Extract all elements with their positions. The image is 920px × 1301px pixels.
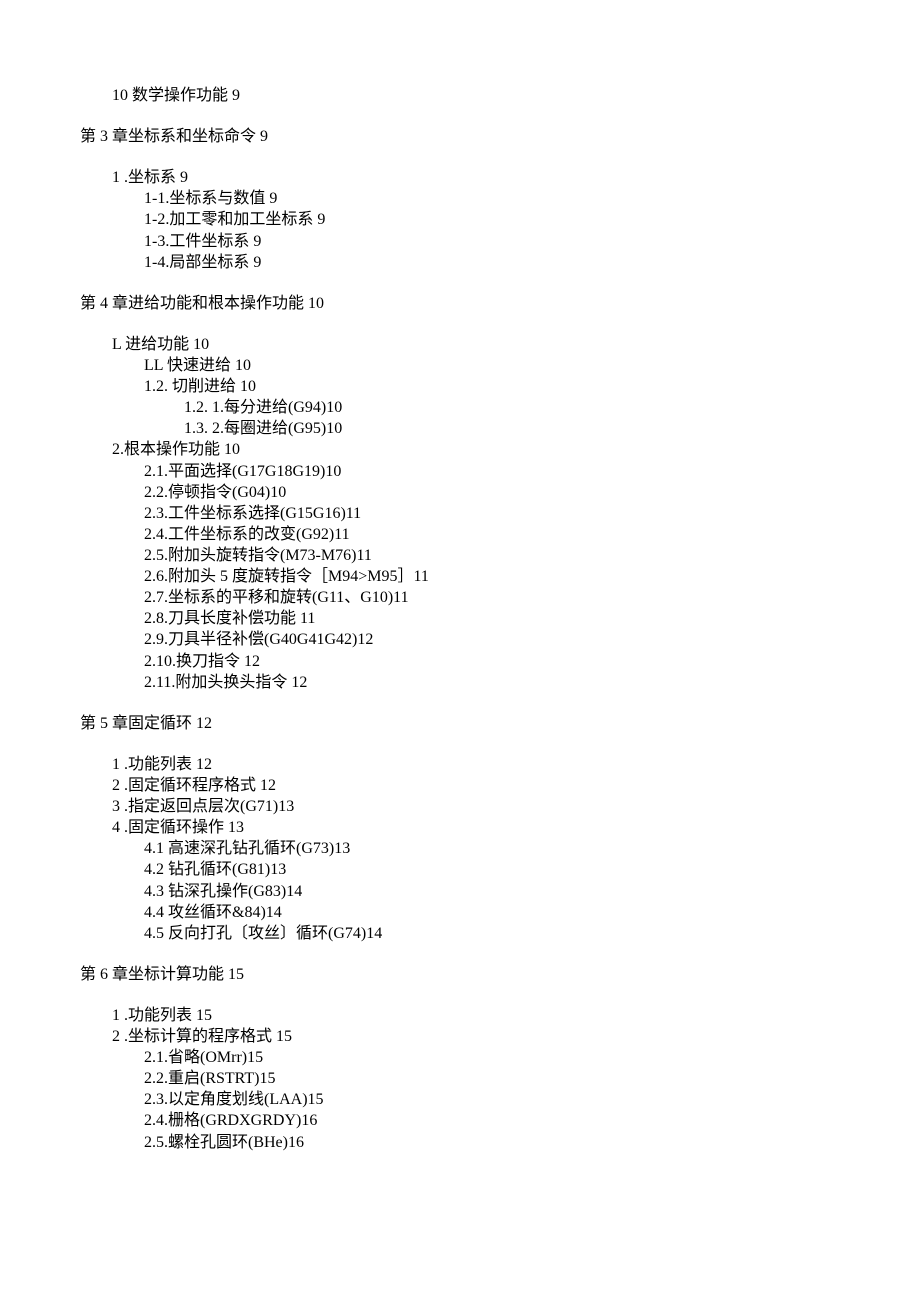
toc-line: 第 3 章坐标系和坐标命令 9 [80,126,920,147]
toc-line: 2.1.省略(OMrr)15 [144,1047,920,1068]
toc-line: 2.8.刀具长度补偿功能 11 [144,608,920,629]
toc-line: 1-1.坐标系与数值 9 [144,188,920,209]
toc-line: 2.2.停顿指令(G04)10 [144,482,920,503]
toc-line: 1-3.工件坐标系 9 [144,231,920,252]
toc-line: 4.1 高速深孔钻孔循环(G73)13 [144,838,920,859]
toc-line: 2.9.刀具半径补偿(G40G41G42)12 [144,629,920,650]
toc-line: 2.2.重启(RSTRT)15 [144,1068,920,1089]
toc-content: 10 数学操作功能 9 第 3 章坐标系和坐标命令 9 1 .坐标系 91-1.坐标… [80,85,920,1153]
toc-line: 2.7.坐标系的平移和旋转(G11、G10)11 [144,587,920,608]
toc-line: 1-4.局部坐标系 9 [144,252,920,273]
toc-line: 4.3 钻深孔操作(G83)14 [144,881,920,902]
toc-line: 2.6.附加头 5 度旋转指令［M94>M95］11 [144,566,920,587]
toc-line: 2.3.工件坐标系选择(G15G16)11 [144,503,920,524]
toc-line: 2.5.附加头旋转指令(M73-M76)11 [144,545,920,566]
toc-line: 第 5 章固定循环 12 [80,713,920,734]
toc-line: 1.2. 1.每分进给(G94)10 [184,397,920,418]
toc-line: 1.3. 2.每圈进给(G95)10 [184,418,920,439]
toc-line: 4.4 攻丝循环&84)14 [144,902,920,923]
toc-line: 3 .指定返回点层次(G71)13 [112,796,920,817]
toc-line: 2.10.换刀指令 12 [144,651,920,672]
toc-line: LL 快速进给 10 [144,355,920,376]
toc-line: 第 4 章进给功能和根本操作功能 10 [80,293,920,314]
toc-line: 2.根本操作功能 10 [112,439,920,460]
toc-line: 1-2.加工零和加工坐标系 9 [144,209,920,230]
toc-line: 1.2. 切削进给 10 [144,376,920,397]
toc-line: 4.2 钻孔循环(G81)13 [144,859,920,880]
toc-line: L 进给功能 10 [112,334,920,355]
toc-line: 2.4.工件坐标系的改变(G92)11 [144,524,920,545]
toc-line: 2 .固定循环程序格式 12 [112,775,920,796]
toc-line: 4.5 反向打孔〔攻丝〕循环(G74)14 [144,923,920,944]
toc-line: 第 6 章坐标计算功能 15 [80,964,920,985]
toc-line: 4 .固定循环操作 13 [112,817,920,838]
toc-line: 2.5.螺栓孔圆环(BHe)16 [144,1132,920,1153]
toc-line: 2 .坐标计算的程序格式 15 [112,1026,920,1047]
toc-line: 2.3.以定角度划线(LAA)15 [144,1089,920,1110]
toc-line: 2.1.平面选择(G17G18G19)10 [144,461,920,482]
toc-line: 10 数学操作功能 9 [112,85,920,106]
toc-line: 1 .功能列表 12 [112,754,920,775]
toc-line: 1 .坐标系 9 [112,167,920,188]
toc-line: 2.11.附加头换头指令 12 [144,672,920,693]
toc-line: 1 .功能列表 15 [112,1005,920,1026]
toc-line: 2.4.栅格(GRDXGRDY)16 [144,1110,920,1131]
